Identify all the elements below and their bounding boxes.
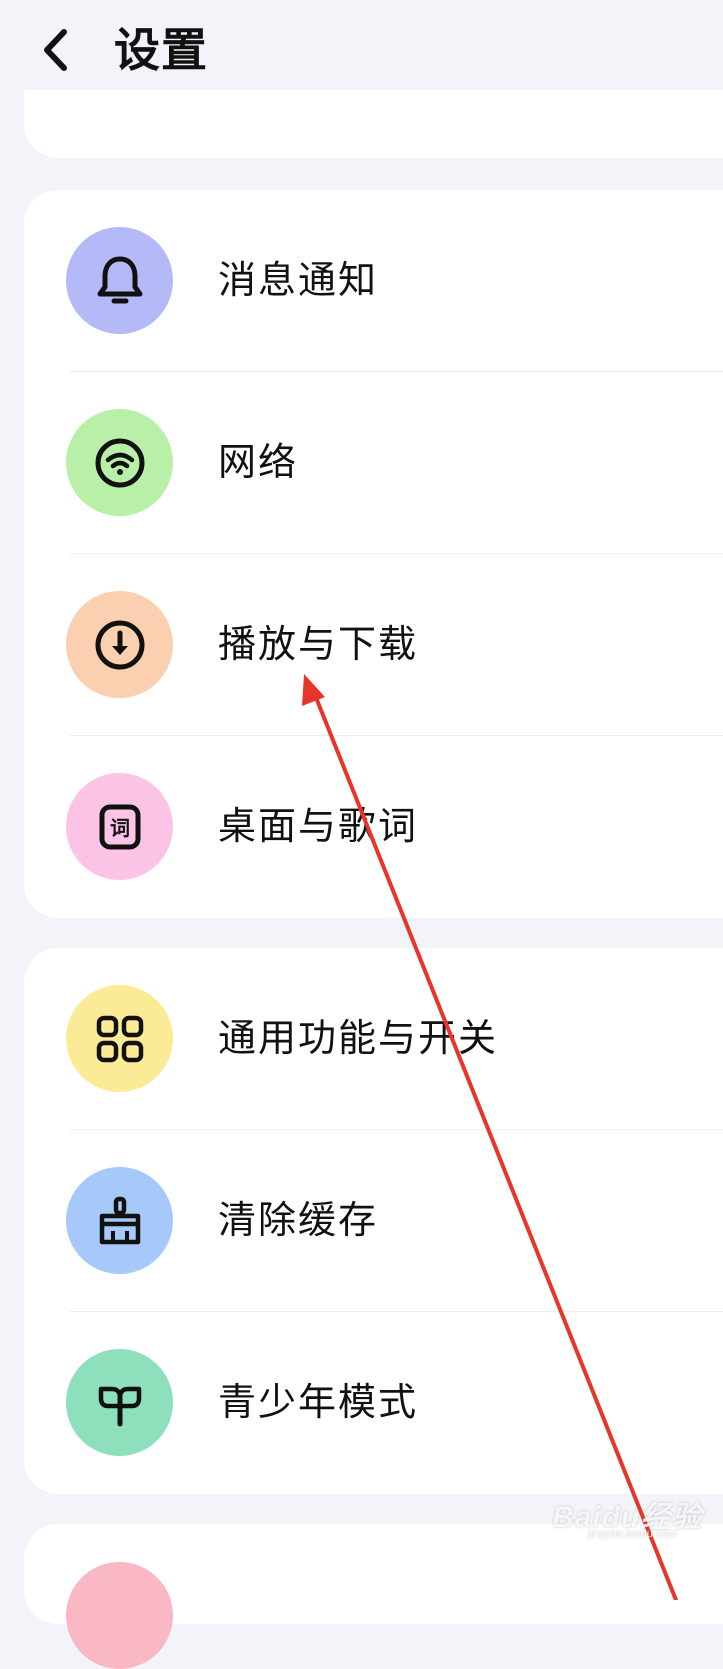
partial-icon-circle xyxy=(66,1562,173,1669)
bell-icon xyxy=(97,256,142,303)
grid-icon-circle xyxy=(66,985,173,1092)
settings-item-label: 网络 xyxy=(218,440,299,484)
grid-icon xyxy=(96,1015,143,1062)
lyrics-icon-glyph: 词 xyxy=(110,816,130,840)
settings-item-general[interactable]: 通用功能与开关 xyxy=(24,948,723,1130)
download-icon xyxy=(95,620,144,669)
settings-item-teen-mode[interactable]: 青少年模式 xyxy=(24,1312,723,1494)
sprout-icon xyxy=(98,1386,141,1426)
network-icon-circle xyxy=(66,409,173,516)
settings-item-desktop-lyrics[interactable]: 词 桌面与歌词 xyxy=(24,736,723,918)
wifi-icon xyxy=(95,438,144,487)
download-icon-circle xyxy=(66,591,173,698)
settings-group-2: 通用功能与开关 清除缓存 青少年模式 xyxy=(24,948,723,1494)
settings-group-1: 消息通知 网络 播放与下载 词 桌面与歌词 xyxy=(24,190,723,918)
back-button[interactable] xyxy=(30,22,80,78)
lyrics-icon-circle: 词 xyxy=(66,773,173,880)
lyrics-icon: 词 xyxy=(99,804,140,849)
sprout-icon-circle xyxy=(66,1349,173,1456)
broom-icon-circle xyxy=(66,1167,173,1274)
settings-item-playback-download[interactable]: 播放与下载 xyxy=(24,554,723,736)
settings-item-label: 播放与下载 xyxy=(218,622,419,666)
settings-item-clear-cache[interactable]: 清除缓存 xyxy=(24,1130,723,1312)
settings-item-label: 桌面与歌词 xyxy=(218,804,419,848)
chevron-left-icon xyxy=(44,29,67,71)
settings-item-label: 消息通知 xyxy=(218,258,379,302)
settings-item-label: 清除缓存 xyxy=(218,1198,379,1242)
notifications-icon-circle xyxy=(66,227,173,334)
broom-icon xyxy=(99,1196,140,1244)
settings-item-label: 青少年模式 xyxy=(218,1380,419,1424)
settings-group-3-partial xyxy=(24,1524,723,1669)
settings-item-notifications[interactable]: 消息通知 xyxy=(24,190,723,372)
settings-item-network[interactable]: 网络 xyxy=(24,372,723,554)
settings-item-label: 通用功能与开关 xyxy=(218,1016,499,1060)
settings-card-top-partial xyxy=(24,90,723,158)
page-title: 设置 xyxy=(114,23,208,77)
